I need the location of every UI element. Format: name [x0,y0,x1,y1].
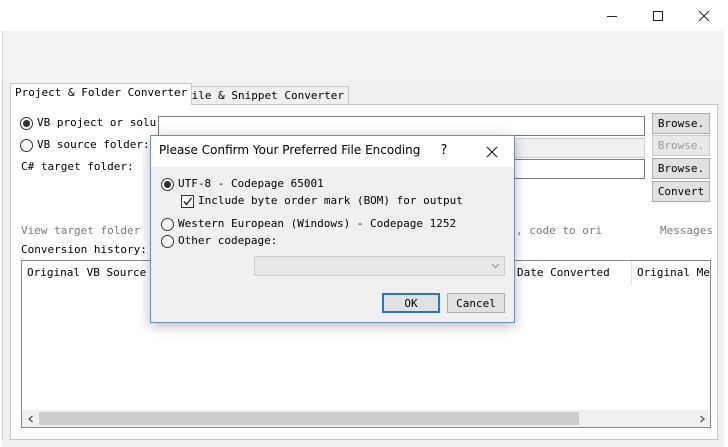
tab-project-folder-converter[interactable]: Project & Folder Converter [10,83,193,105]
western-european-radio[interactable] [161,218,174,231]
toolbar-area [2,31,724,81]
close-icon[interactable] [681,0,727,31]
column-header-original-vb-source[interactable]: Original VB Source [22,261,152,286]
browse-vb-source-button[interactable]: Browse. [652,135,710,156]
scroll-right-icon[interactable] [693,410,710,427]
vb-project-input[interactable] [158,116,645,136]
other-codepage-radio[interactable] [161,235,174,248]
vb-source-label: VB source folder: [37,138,150,151]
maximize-icon[interactable] [635,0,681,31]
dialog-title: Please Confirm Your Preferred File Encod… [159,143,421,157]
western-european-label: Western European (Windows) - Codepage 12… [178,217,457,230]
bom-label: Include byte order mark (BOM) for output [198,194,463,207]
scrollbar-thumb[interactable] [39,412,579,425]
utf8-label: UTF-8 - Codepage 65001 [178,177,324,190]
csharp-target-label: C# target folder: [21,160,134,173]
help-icon[interactable]: ? [434,142,454,162]
encoding-dialog: Please Confirm Your Preferred File Encod… [150,135,515,323]
tab-file-snippet-converter[interactable]: File & Snippet Converter [180,86,349,105]
ok-button[interactable]: OK [382,293,440,313]
chevron-down-icon [491,263,500,269]
codepage-select[interactable] [254,256,505,276]
browse-csharp-target-button[interactable]: Browse. [652,158,710,179]
vb-source-radio[interactable] [20,139,33,152]
vb-project-label: VB project or solu [37,116,157,129]
status-strip [2,440,724,447]
dialog-close-icon[interactable] [481,142,503,162]
minimize-icon[interactable] [589,0,635,31]
scroll-left-icon[interactable] [22,410,39,427]
cancel-button[interactable]: Cancel [447,293,505,313]
horizontal-scrollbar[interactable] [22,410,710,427]
browse-vb-project-button[interactable]: Browse. [652,113,710,134]
column-header-date-converted[interactable]: Date Converted [512,261,632,286]
vb-project-radio[interactable] [20,117,33,130]
view-target-folder-link[interactable]: View target folder [21,224,140,238]
messages-label: Messages [660,224,713,237]
bom-checkbox[interactable] [181,195,194,208]
column-header-original-messages[interactable]: Original Mes [632,261,710,286]
code-to-ori-label: , code to ori [516,224,603,237]
utf8-radio[interactable] [161,178,174,191]
window-title-bar [0,0,728,31]
dialog-title-bar: Please Confirm Your Preferred File Encod… [151,136,514,167]
convert-button[interactable]: Convert [652,181,710,202]
other-codepage-label: Other codepage: [178,234,278,247]
conversion-history-label: Conversion history: [21,243,147,256]
